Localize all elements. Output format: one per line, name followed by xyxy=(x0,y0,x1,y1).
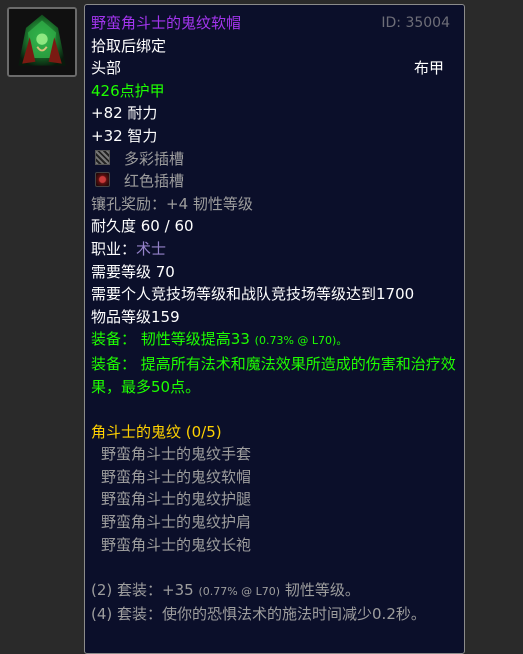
prismatic-socket-icon xyxy=(95,149,110,165)
socket-prismatic: 多彩插槽 xyxy=(91,148,456,171)
item-tooltip: 野蛮角斗士的鬼纹软帽 ID: 35004 拾取后绑定 头部 布甲 426点护甲 … xyxy=(84,4,465,654)
warlock-helm-icon xyxy=(9,9,75,75)
slot-row: 头部 布甲 xyxy=(91,57,456,80)
required-level: 需要等级 70 xyxy=(91,262,175,281)
equip-spellpower: 装备： 提高所有法术和魔法效果所造成的伤害和治疗效果，最多50点。 xyxy=(91,353,456,398)
socket-label: 红色插槽 xyxy=(124,172,185,191)
set-bonus-4: (4) 套装：使你的恐惧法术的施法时间减少0.2秒。 xyxy=(91,605,426,624)
set-piece: 野蛮角斗士的鬼纹软帽 xyxy=(101,467,252,486)
set-bonus-detail: (0.77% @ L70) xyxy=(198,584,281,598)
socket-label: 多彩插槽 xyxy=(124,149,185,168)
item-name: 野蛮角斗士的鬼纹软帽 xyxy=(91,14,242,32)
set-piece: 野蛮角斗士的鬼纹长袍 xyxy=(101,535,252,554)
equip-prefix: 装备： xyxy=(91,330,137,349)
set-bonus-2: (2) 套装：+35 (0.77% @ L70) 韧性等级。 xyxy=(91,579,456,604)
set-bonus-suffix: 韧性等级。 xyxy=(284,580,360,599)
set-piece: 野蛮角斗士的鬼纹手套 xyxy=(101,445,252,464)
armor-value: 426点护甲 xyxy=(91,81,165,100)
binding-text: 拾取后绑定 xyxy=(91,36,167,55)
class-requirement: 职业：术士 xyxy=(91,238,456,261)
class-label: 职业： xyxy=(91,239,137,258)
equip-resilience: 装备： 韧性等级提高33 (0.73% @ L70)。 xyxy=(91,328,456,353)
set-piece: 野蛮角斗士的鬼纹护腿 xyxy=(101,490,252,509)
red-socket-icon xyxy=(95,172,110,188)
equip-text: 韧性等级提高33 xyxy=(140,330,250,349)
item-level: 物品等级159 xyxy=(91,307,180,326)
socket-red: 红色插槽 xyxy=(91,170,456,193)
arena-requirement: 需要个人竞技场等级和战队竞技场等级达到1700 xyxy=(91,285,415,304)
set-title: 角斗士的鬼纹 (0/5) xyxy=(91,422,222,441)
class-value: 术士 xyxy=(136,239,167,258)
set-piece: 野蛮角斗士的鬼纹护肩 xyxy=(101,513,252,532)
equip-text: 提高所有法术和魔法效果所造成的伤害和治疗效果，最多50点。 xyxy=(91,354,456,396)
durability: 耐久度 60 / 60 xyxy=(91,217,194,236)
socket-bonus: 镶孔奖励：+4 韧性等级 xyxy=(91,194,253,213)
armor-type: 布甲 xyxy=(413,59,444,78)
equip-prefix: 装备： xyxy=(91,354,137,373)
equip-detail: (0.73% @ L70)。 xyxy=(254,334,348,348)
tooltip-header: 野蛮角斗士的鬼纹软帽 ID: 35004 xyxy=(91,12,456,35)
slot-text: 头部 xyxy=(91,59,122,78)
set-bonus-prefix: (2) 套装：+35 xyxy=(91,580,194,599)
stat-stamina: +82 耐力 xyxy=(91,104,158,123)
item-icon[interactable] xyxy=(7,7,77,77)
item-id: ID: 35004 xyxy=(381,15,450,31)
stat-intellect: +32 智力 xyxy=(91,126,158,145)
